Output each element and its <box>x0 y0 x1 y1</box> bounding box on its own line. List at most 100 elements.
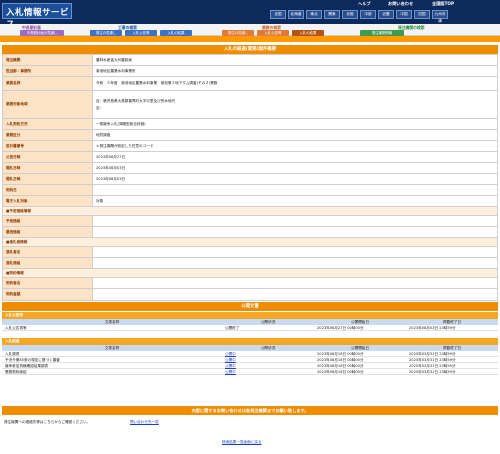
row-label: 業務区分 <box>3 130 93 140</box>
region-tab[interactable]: 北陸 <box>342 10 358 19</box>
region-tab[interactable]: 北海道 <box>288 10 304 19</box>
row-value: 2023年08月03日 <box>96 176 126 181</box>
region-tab[interactable]: 四国 <box>414 10 430 19</box>
detail-row: 契約日 <box>3 185 497 196</box>
detail-row: 最低価格 <box>3 227 497 238</box>
region-tab[interactable]: 中国 <box>396 10 412 19</box>
document-name: 入札調書 <box>5 352 20 356</box>
document-name: 入札公告書等 <box>5 326 27 330</box>
row-label: 開札日時 <box>3 163 93 173</box>
contact-text: 発注機関への連絡先等はこちらからご確認ください。 <box>4 420 91 424</box>
row-label: 落札者名 <box>3 247 93 257</box>
category-nav: 中長期計画 工事の検索 業務の検索 発注機関の検索 中長期計画の見通し 発注の見… <box>0 24 500 36</box>
detail-row: 業務名称 令和 ５年度 菊池地区農業水利事業 菊池第２地下ダム調査(その２)業務 <box>3 77 497 91</box>
row-value: 至： <box>96 105 104 110</box>
row-label: 入札契約方式 <box>3 119 93 129</box>
contact-link[interactable]: お問い合わせ <box>388 1 413 7</box>
row-label: 落札価格 <box>3 258 93 268</box>
document-open-link[interactable]: 公開中 <box>222 351 314 356</box>
detail-row: 契約金額 <box>3 289 497 300</box>
documents-group: 入札経過 文書名称 公開状況 公開開始日 掲載終了日 入札調書 公開中 2023… <box>2 338 498 375</box>
row-value: 自：鹿児島県大島郡喜界町大字中里及び荒木地内 <box>96 98 176 103</box>
section-header: ■契約情報 <box>3 269 497 278</box>
document-start: 2023年08月18日 00時00分 <box>317 358 364 362</box>
detail-row: 予定価格 <box>3 216 497 227</box>
detail-row: 落札者名 <box>3 247 497 258</box>
row-value: 令和 ５年度 菊池地区農業水利事業 菊池第２地下ダム調査(その２)業務 <box>96 81 218 85</box>
detail-row: 担当部・事務所 菊池地区農業水利事業所 <box>3 66 497 77</box>
detail-row: 開札日時 2023年08月03日 <box>3 163 497 174</box>
group-header: 入札経過 <box>2 338 498 345</box>
top-header: 入札情報サービス ヘルプ お問い合わせ 全国版TOP 全国 北海道 東北 関東 … <box>0 0 500 30</box>
page-title: 入札の経過(業務)案件概要 <box>2 45 498 54</box>
contact-list-link[interactable]: 問い合わせ先一覧 <box>130 420 159 425</box>
row-label: 予定価格 <box>3 216 93 226</box>
detail-row: 業務対象地域 自：鹿児島県大島郡喜界町大字中里及び荒木地内 至： <box>3 91 497 119</box>
document-start: 2023年08月18日 00時00分 <box>317 352 364 356</box>
row-value: 対象 <box>96 198 104 203</box>
detail-row: 入札契約方式 一般競争入札(简略型総合評価) <box>3 119 497 130</box>
document-open-link[interactable]: 公開中 <box>222 363 314 368</box>
document-name: 業務契約締結 <box>5 370 27 374</box>
detail-row: 電子入札対象 対象 <box>3 196 497 207</box>
document-name: 予決令第85条の規定に基づく審査 <box>5 358 60 362</box>
row-label: 契約金額 <box>3 289 93 300</box>
row-value: 2023年06月27日 <box>96 154 126 159</box>
row-label: 設計書番号 <box>3 141 93 151</box>
row-value: 地質調査 <box>96 132 111 137</box>
row-value: ＊発注機関が設定した任意のコード <box>96 143 154 148</box>
detail-row: 落札価格 <box>3 258 497 269</box>
document-end: 2025年03月31日 23時59分 <box>409 364 456 368</box>
document-start: 2023年08月18日 00時00分 <box>317 370 364 374</box>
row-label: 発注機関 <box>3 55 93 65</box>
row-label: 業務名称 <box>3 77 93 90</box>
region-tab[interactable]: 全国 <box>270 10 286 19</box>
detail-row: 業務区分 地質調査 <box>3 130 497 141</box>
documents-group: 入札公告等 文書名称 公開状況 公開開始日 掲載終了日 入札公告書等 公開終了 … <box>2 312 498 331</box>
detail-row: 開札日時 2023年08月03日 <box>3 174 497 185</box>
help-link[interactable]: ヘルプ <box>358 1 371 7</box>
row-value: 農林水産省九州農政局 <box>96 57 132 62</box>
group-header: 入札公告等 <box>2 312 498 319</box>
region-tab[interactable]: 九州沖縄 <box>432 10 448 23</box>
document-end: 2023年08月03日 23時59分 <box>409 326 456 330</box>
document-end: 2025年03月31日 23時59分 <box>409 370 456 374</box>
detail-row: 契約者名 <box>3 278 497 289</box>
document-row: 業務契約締結 公開中 2023年08月18日 00時00分 2025年03月31… <box>2 369 498 375</box>
document-open-link[interactable]: 公開中 <box>222 357 314 362</box>
row-label: 業務対象地域 <box>3 91 93 118</box>
detail-row: 発注機関 農林水産省九州農政局 <box>3 55 497 66</box>
row-label: 公告日時 <box>3 152 93 162</box>
documents-title: 公開文書 <box>2 302 498 311</box>
document-open-link[interactable]: 公開中 <box>222 369 314 374</box>
nav-divider <box>0 36 500 42</box>
document-end: 2025年03月31日 23時59分 <box>409 358 456 362</box>
row-label: 契約者名 <box>3 278 93 288</box>
region-tab[interactable]: 中部 <box>360 10 376 19</box>
document-start: 2023年08月18日 00時00分 <box>317 364 364 368</box>
region-tab[interactable]: 近畿 <box>378 10 394 19</box>
row-value: 2023年08月03日 <box>96 165 126 170</box>
detail-row: 公告日時 2023年06月27日 <box>3 152 497 163</box>
detail-table: 発注機関 農林水産省九州農政局 担当部・事務所 菊池地区農業水利事業所 業務名称 令和… <box>2 54 498 301</box>
region-tab[interactable]: 東北 <box>306 10 322 19</box>
document-end: 2025年03月31日 23時59分 <box>409 352 456 356</box>
document-start: 2023年06月27日 00時00分 <box>317 326 364 330</box>
row-label: 担当部・事務所 <box>3 66 93 76</box>
region-tabs: 全国 北海道 東北 関東 北陸 中部 近畿 中国 四国 九州沖縄 <box>270 10 448 23</box>
row-label: 最低価格 <box>3 227 93 237</box>
back-to-results-link[interactable]: 検索結果一覧画面に戻る <box>222 440 262 445</box>
section-header: ■予定価格情報 <box>3 207 497 216</box>
row-label: 開札日時 <box>3 174 93 184</box>
contact-title: 内容に関するお問い合わせは各発注機関までお願い致します。 <box>2 406 498 415</box>
site-logo[interactable]: 入札情報サービス <box>2 3 72 30</box>
row-value: 菊池地区農業水利事業所 <box>96 68 136 73</box>
national-top-link[interactable]: 全国版TOP <box>432 1 454 7</box>
section-header: ■落札者情報 <box>3 238 497 247</box>
region-tab[interactable]: 関東 <box>324 10 340 19</box>
row-label: 電子入札対象 <box>3 196 93 206</box>
document-name: 競争参加資格確認結果調書 <box>5 364 49 368</box>
row-value: 一般競争入札(简略型総合評価) <box>96 121 146 126</box>
document-status: 公開終了 <box>225 326 240 330</box>
row-label: 契約日 <box>3 185 93 195</box>
